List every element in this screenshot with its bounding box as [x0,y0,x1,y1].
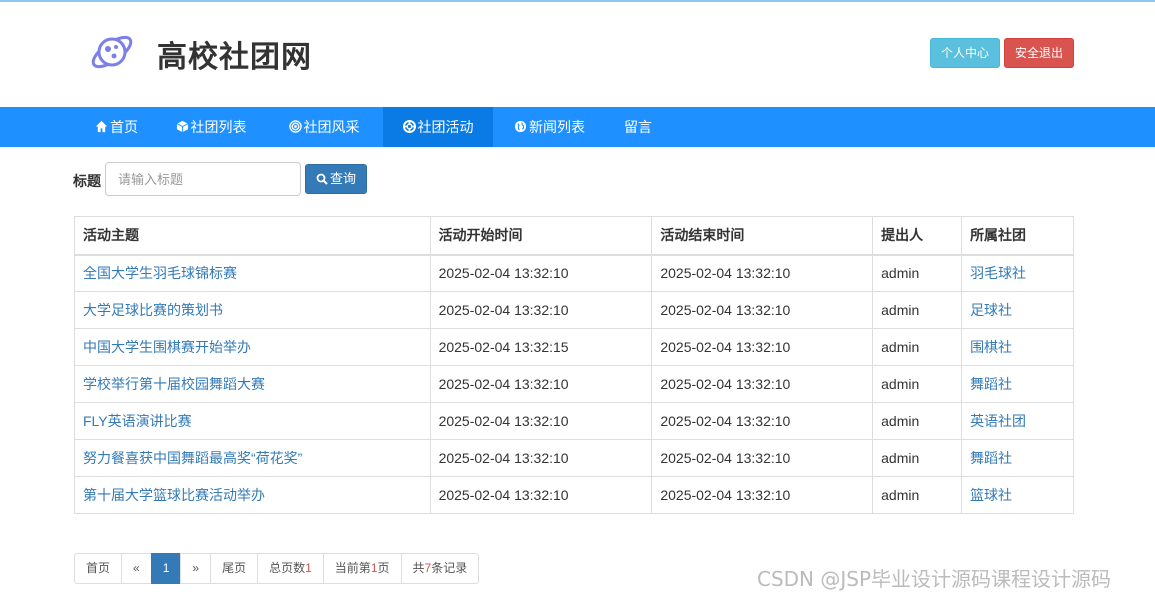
end-time-cell: 2025-02-04 13:32:10 [651,476,874,514]
site-header: 高校社团网 个人中心 安全退出 [0,2,1155,107]
activity-topic-link[interactable]: FLY英语演讲比赛 [83,413,192,429]
nav-item-home[interactable]: 首页 [80,107,153,147]
home-icon [95,120,108,133]
search-label: 标题 [73,173,101,189]
proposer-cell: admin [872,328,963,366]
proposer-cell: admin [872,402,963,440]
user-center-button[interactable]: 个人中心 [930,38,1001,68]
globe-icon [514,120,527,133]
nav-item-news-list[interactable]: 新闻列表 [497,107,602,147]
current-page-value: 1 [370,561,378,575]
activity-topic-link[interactable]: 第十届大学篮球比赛活动举办 [83,487,265,503]
table-row: 学校举行第十届校园舞蹈大赛 2025-02-04 13:32:10 2025-0… [74,365,1074,403]
end-time-cell: 2025-02-04 13:32:10 [651,439,874,477]
target-icon [288,120,302,133]
proposer-cell: admin [872,365,963,403]
activity-topic-link[interactable]: 全国大学生羽毛球锦标赛 [83,265,237,281]
activity-topic-link[interactable]: 努力餐喜获中国舞蹈最高奖“荷花奖” [83,450,302,466]
club-link[interactable]: 足球社 [970,302,1012,318]
current-page-suffix: 页 [377,561,390,575]
start-time-cell: 2025-02-04 13:32:15 [429,328,653,366]
search-icon [316,173,328,185]
last-page-button[interactable]: 尾页 [210,553,259,584]
club-link[interactable]: 舞蹈社 [970,450,1012,466]
table-row: 全国大学生羽毛球锦标赛 2025-02-04 13:32:10 2025-02-… [74,254,1074,292]
nav-item-club-activities[interactable]: 社团活动 [383,107,493,147]
start-time-cell: 2025-02-04 13:32:10 [429,291,653,329]
current-page-prefix: 当前第 [334,561,371,575]
end-time-cell: 2025-02-04 13:32:10 [651,402,874,440]
nav-label-messages: 留言 [624,119,652,135]
activity-topic-link[interactable]: 大学足球比赛的策划书 [83,302,223,318]
activity-topic-link[interactable]: 中国大学生围棋赛开始举办 [83,339,251,355]
table-row: 第十届大学篮球比赛活动举办 2025-02-04 13:32:10 2025-0… [74,476,1074,514]
site-title: 高校社团网 [157,40,312,75]
end-time-cell: 2025-02-04 13:32:10 [651,365,874,403]
club-link[interactable]: 篮球社 [970,487,1012,503]
prev-page-button[interactable]: « [121,553,152,584]
club-link[interactable]: 舞蹈社 [970,376,1012,392]
start-time-cell: 2025-02-04 13:32:10 [429,365,653,403]
lifebuoy-icon [402,120,416,133]
nav-label-club-list: 社团列表 [190,119,247,135]
current-page-info: 当前第1页 [322,553,402,584]
total-pages-value: 1 [305,561,312,575]
start-time-cell: 2025-02-04 13:32:10 [429,439,653,477]
page-number-current[interactable]: 1 [150,553,182,584]
nav-item-club-style[interactable]: 社团风采 [269,107,379,147]
start-time-cell: 2025-02-04 13:32:10 [429,402,653,440]
pagination: 首页 « 1 » 尾页 总页数1 当前第1页 共7条记录 [74,553,480,584]
proposer-cell: admin [872,291,963,329]
nav-label-club-style: 社团风采 [303,119,360,135]
record-count-info: 共7条记录 [400,553,480,584]
logout-button[interactable]: 安全退出 [1004,38,1075,68]
record-count-suffix: 条记录 [431,561,468,575]
nav-label-news-list: 新闻列表 [529,119,585,135]
total-pages-info: 总页数1 [257,553,324,584]
search-button-label: 查询 [329,171,356,186]
column-header-club: 所属社团 [961,216,1074,256]
table-row: 中国大学生围棋赛开始举办 2025-02-04 13:32:15 2025-02… [74,328,1074,366]
search-button[interactable]: 查询 [305,164,367,194]
next-page-button[interactable]: » [180,553,212,584]
club-link[interactable]: 围棋社 [970,339,1012,355]
start-time-cell: 2025-02-04 13:32:10 [429,476,653,514]
end-time-cell: 2025-02-04 13:32:10 [651,254,874,292]
first-page-button[interactable]: 首页 [74,553,123,584]
end-time-cell: 2025-02-04 13:32:10 [651,328,874,366]
cube-icon [176,120,188,133]
total-pages-prefix: 总页数 [269,561,306,575]
nav-item-messages[interactable]: 留言 [608,107,668,147]
column-header-start-time: 活动开始时间 [429,216,653,256]
activity-table: 活动主题 活动开始时间 活动结束时间 提出人 所属社团 全国大学生羽毛球锦标赛 … [74,216,1074,514]
nav-label-home: 首页 [110,119,138,135]
column-header-topic: 活动主题 [74,216,431,256]
activity-topic-link[interactable]: 学校举行第十届校园舞蹈大赛 [83,376,265,392]
watermark-text: CSDN @JSP毕业设计源码课程设计源码 [757,567,1112,591]
title-search-input[interactable] [105,162,301,196]
club-link[interactable]: 英语社团 [970,413,1026,429]
planet-logo-icon [91,35,133,69]
table-row: FLY英语演讲比赛 2025-02-04 13:32:10 2025-02-04… [74,402,1074,440]
column-header-proposer: 提出人 [872,216,963,256]
nav-label-club-activities: 社团活动 [417,119,474,135]
table-row: 努力餐喜获中国舞蹈最高奖“荷花奖” 2025-02-04 13:32:10 20… [74,439,1074,477]
column-header-end-time: 活动结束时间 [651,216,874,256]
nav-item-club-list[interactable]: 社团列表 [159,107,263,147]
start-time-cell: 2025-02-04 13:32:10 [429,254,653,292]
table-row: 大学足球比赛的策划书 2025-02-04 13:32:10 2025-02-0… [74,291,1074,329]
proposer-cell: admin [872,439,963,477]
main-nav: 首页 社团列表 社团风采 社团活动 新闻列表 留言 [0,107,1155,147]
proposer-cell: admin [872,254,963,292]
table-header-row: 活动主题 活动开始时间 活动结束时间 提出人 所属社团 [74,216,1074,256]
proposer-cell: admin [872,476,963,514]
end-time-cell: 2025-02-04 13:32:10 [651,291,874,329]
record-count-prefix: 共 [412,561,425,575]
club-link[interactable]: 羽毛球社 [970,265,1026,281]
